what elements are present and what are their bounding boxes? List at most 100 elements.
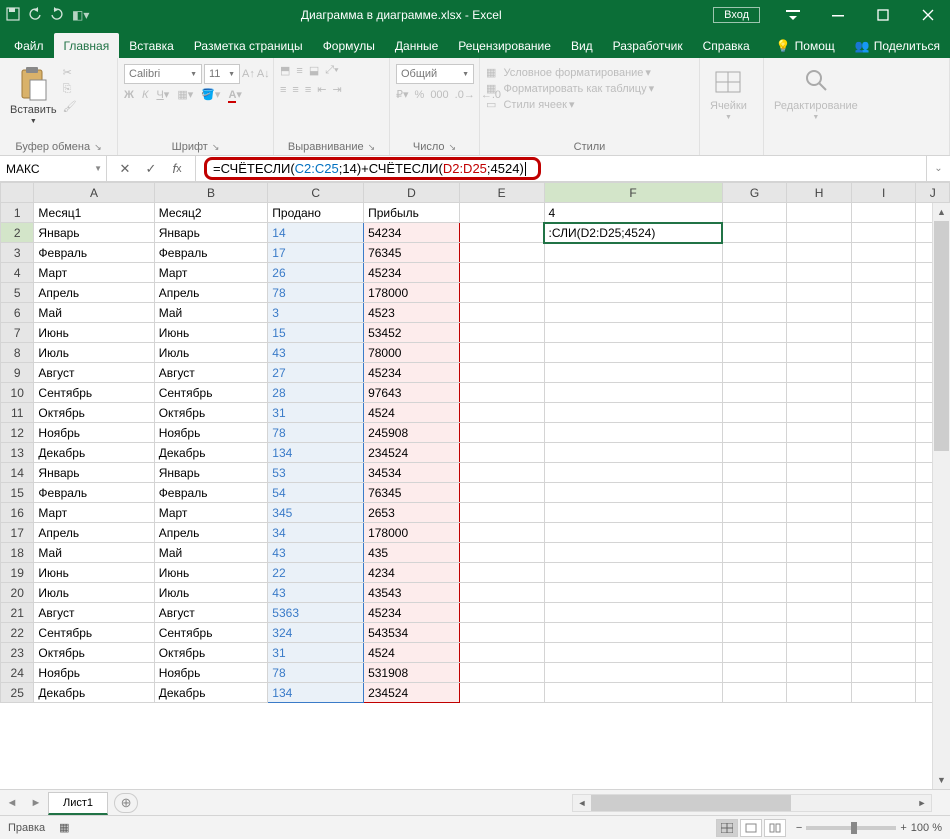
cell[interactable]: Ноябрь	[34, 423, 154, 443]
cancel-formula-button[interactable]: ✕	[113, 158, 137, 180]
font-size-select[interactable]: 11▼	[204, 64, 240, 84]
cell[interactable]: 97643	[364, 383, 460, 403]
zoom-control[interactable]: − + 100 %	[796, 822, 942, 834]
decrease-font-icon[interactable]: A↓	[257, 68, 270, 80]
cell[interactable]: 4524	[364, 643, 460, 663]
tab-file[interactable]: Файл	[4, 33, 54, 58]
name-box[interactable]: МАКС▼	[0, 156, 107, 181]
cell[interactable]: Сентябрь	[154, 623, 268, 643]
cell[interactable]	[459, 683, 544, 703]
cell[interactable]: 14	[268, 223, 364, 243]
cell[interactable]	[459, 243, 544, 263]
inc-decimal-icon[interactable]: .0→	[455, 89, 475, 101]
tab-review[interactable]: Рецензирование	[448, 33, 561, 58]
zoom-out-icon[interactable]: −	[796, 822, 802, 834]
conditional-formatting-button[interactable]: ▦ Условное форматирование▾	[486, 66, 651, 79]
align-top-icon[interactable]: ⬒	[280, 64, 290, 77]
cell[interactable]: 134	[268, 683, 364, 703]
row-header-4[interactable]: 4	[1, 263, 34, 283]
align-center-icon[interactable]: ≡	[292, 84, 298, 96]
cell[interactable]	[459, 223, 544, 243]
row-header-9[interactable]: 9	[1, 363, 34, 383]
scroll-left-icon[interactable]: ◄	[573, 795, 591, 811]
cell[interactable]: Январь	[154, 463, 268, 483]
cell[interactable]: Сентябрь	[154, 383, 268, 403]
enter-formula-button[interactable]: ✓	[139, 158, 163, 180]
cell[interactable]: Март	[34, 263, 154, 283]
column-header-D[interactable]: D	[364, 183, 460, 203]
cell[interactable]	[544, 663, 722, 683]
cell[interactable]	[544, 323, 722, 343]
cell[interactable]: 76345	[364, 243, 460, 263]
cell[interactable]: Февраль	[34, 483, 154, 503]
tab-developer[interactable]: Разработчик	[603, 33, 693, 58]
cell[interactable]: Август	[154, 363, 268, 383]
cell[interactable]: 4524	[364, 403, 460, 423]
cell[interactable]: Май	[154, 543, 268, 563]
scroll-thumb[interactable]	[934, 221, 949, 451]
row-header-2[interactable]: 2	[1, 223, 34, 243]
column-header-A[interactable]: A	[34, 183, 154, 203]
align-left-icon[interactable]: ≡	[280, 84, 286, 96]
cell[interactable]	[544, 603, 722, 623]
cut-icon[interactable]: ✂	[63, 66, 77, 79]
cell[interactable]: Апрель	[34, 283, 154, 303]
tab-formulas[interactable]: Формулы	[313, 33, 385, 58]
cell[interactable]: Август	[34, 363, 154, 383]
scroll-down-icon[interactable]: ▼	[933, 771, 950, 789]
cell[interactable]	[544, 383, 722, 403]
cell[interactable]: Месяц1	[34, 203, 154, 223]
comma-icon[interactable]: 000	[430, 89, 448, 101]
cell[interactable]	[544, 403, 722, 423]
dialog-launcher-icon[interactable]: ↘	[212, 142, 220, 153]
dialog-launcher-icon[interactable]: ↘	[94, 142, 102, 153]
cell[interactable]: Март	[34, 503, 154, 523]
row-header-1[interactable]: 1	[1, 203, 34, 223]
row-header-13[interactable]: 13	[1, 443, 34, 463]
row-header-25[interactable]: 25	[1, 683, 34, 703]
row-header-12[interactable]: 12	[1, 423, 34, 443]
cell[interactable]: Июль	[34, 343, 154, 363]
row-header-16[interactable]: 16	[1, 503, 34, 523]
cell[interactable]: 543534	[364, 623, 460, 643]
cell-styles-button[interactable]: ▭ Стили ячеек▾	[486, 98, 574, 111]
indent-dec-icon[interactable]: ⇤	[317, 83, 326, 96]
cell[interactable]: 531908	[364, 663, 460, 683]
cell[interactable]	[459, 523, 544, 543]
cell[interactable]	[459, 303, 544, 323]
cell[interactable]: Сентябрь	[34, 383, 154, 403]
horizontal-scrollbar[interactable]: ◄ ►	[572, 794, 932, 812]
cell[interactable]: Апрель	[34, 523, 154, 543]
cell[interactable]: Октябрь	[154, 403, 268, 423]
cell[interactable]: Апрель	[154, 523, 268, 543]
cell[interactable]	[544, 483, 722, 503]
orientation-icon[interactable]: ⤢▾	[325, 64, 338, 77]
cell[interactable]	[459, 563, 544, 583]
cell[interactable]: Январь	[154, 223, 268, 243]
cells-button[interactable]: Ячейки▼	[706, 64, 751, 123]
row-header-21[interactable]: 21	[1, 603, 34, 623]
cell[interactable]: 45234	[364, 603, 460, 623]
minimize-button[interactable]	[815, 0, 860, 30]
row-header-20[interactable]: 20	[1, 583, 34, 603]
cell[interactable]	[459, 383, 544, 403]
cell[interactable]	[459, 263, 544, 283]
cell[interactable]: 78	[268, 423, 364, 443]
cell[interactable]: Май	[34, 303, 154, 323]
select-all-corner[interactable]	[1, 183, 34, 203]
cell[interactable]: Март	[154, 263, 268, 283]
tab-help[interactable]: Справка	[693, 33, 760, 58]
cell[interactable]: 4523	[364, 303, 460, 323]
cell[interactable]: 43543	[364, 583, 460, 603]
cell[interactable]	[544, 443, 722, 463]
format-painter-icon[interactable]: 🖌	[63, 100, 77, 113]
cell[interactable]: Октябрь	[154, 643, 268, 663]
fill-color-icon[interactable]: 🪣▾	[201, 88, 220, 101]
cell[interactable]: Декабрь	[34, 443, 154, 463]
add-sheet-button[interactable]: ⊕	[114, 793, 138, 813]
cell[interactable]: Месяц2	[154, 203, 268, 223]
vertical-scrollbar[interactable]: ▲ ▼	[932, 203, 950, 789]
column-header-B[interactable]: B	[154, 183, 268, 203]
cell[interactable]: Июнь	[154, 563, 268, 583]
cell[interactable]: 45234	[364, 363, 460, 383]
